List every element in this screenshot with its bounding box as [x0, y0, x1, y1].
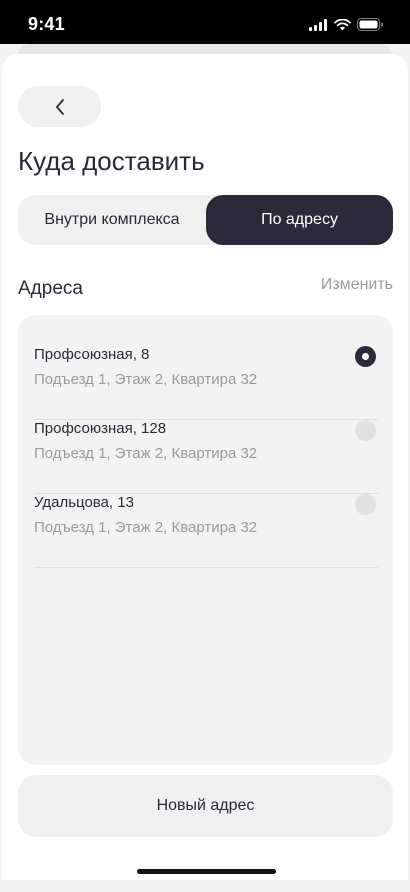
page-title: Куда доставить: [18, 146, 205, 176]
status-icons: [309, 18, 384, 31]
address-name: Профсоюзная, 128: [34, 420, 167, 437]
address-item[interactable]: Удальцова, 13 Подъезд 1, Этаж 2, Квартир…: [34, 494, 378, 568]
address-details: Подъезд 1, Этаж 2, Квартира 32: [34, 519, 258, 536]
signal-icon: [309, 18, 327, 31]
address-item[interactable]: Профсоюзная, 128 Подъезд 1, Этаж 2, Квар…: [34, 420, 378, 494]
address-item[interactable]: Профсоюзная, 8 Подъезд 1, Этаж 2, Кварти…: [34, 346, 378, 420]
address-list: Профсоюзная, 8 Подъезд 1, Этаж 2, Кварти…: [18, 315, 393, 765]
address-radio-selected[interactable]: [355, 346, 376, 367]
chevron-left-icon: [55, 98, 64, 115]
edit-addresses-link[interactable]: Изменить: [321, 276, 393, 294]
tab-by-address[interactable]: По адресу: [206, 195, 393, 245]
address-radio[interactable]: [355, 420, 376, 441]
address-details: Подъезд 1, Этаж 2, Квартира 32: [34, 371, 258, 388]
wifi-icon: [334, 18, 351, 30]
back-button[interactable]: [18, 86, 101, 127]
status-time: 9:41: [28, 14, 65, 34]
status-bar: 9:41: [0, 0, 410, 44]
tab-inside-complex[interactable]: Внутри комплекса: [18, 195, 206, 245]
addresses-title: Адреса: [18, 278, 83, 299]
home-indicator: [137, 869, 276, 874]
address-radio[interactable]: [355, 494, 376, 515]
delivery-mode-switch: Внутри комплекса По адресу: [18, 195, 393, 245]
battery-icon: [357, 18, 383, 31]
address-name: Профсоюзная, 8: [34, 346, 150, 363]
address-details: Подъезд 1, Этаж 2, Квартира 32: [34, 445, 258, 462]
address-name: Удальцова, 13: [34, 494, 134, 511]
new-address-button[interactable]: Новый адрес: [18, 775, 393, 837]
